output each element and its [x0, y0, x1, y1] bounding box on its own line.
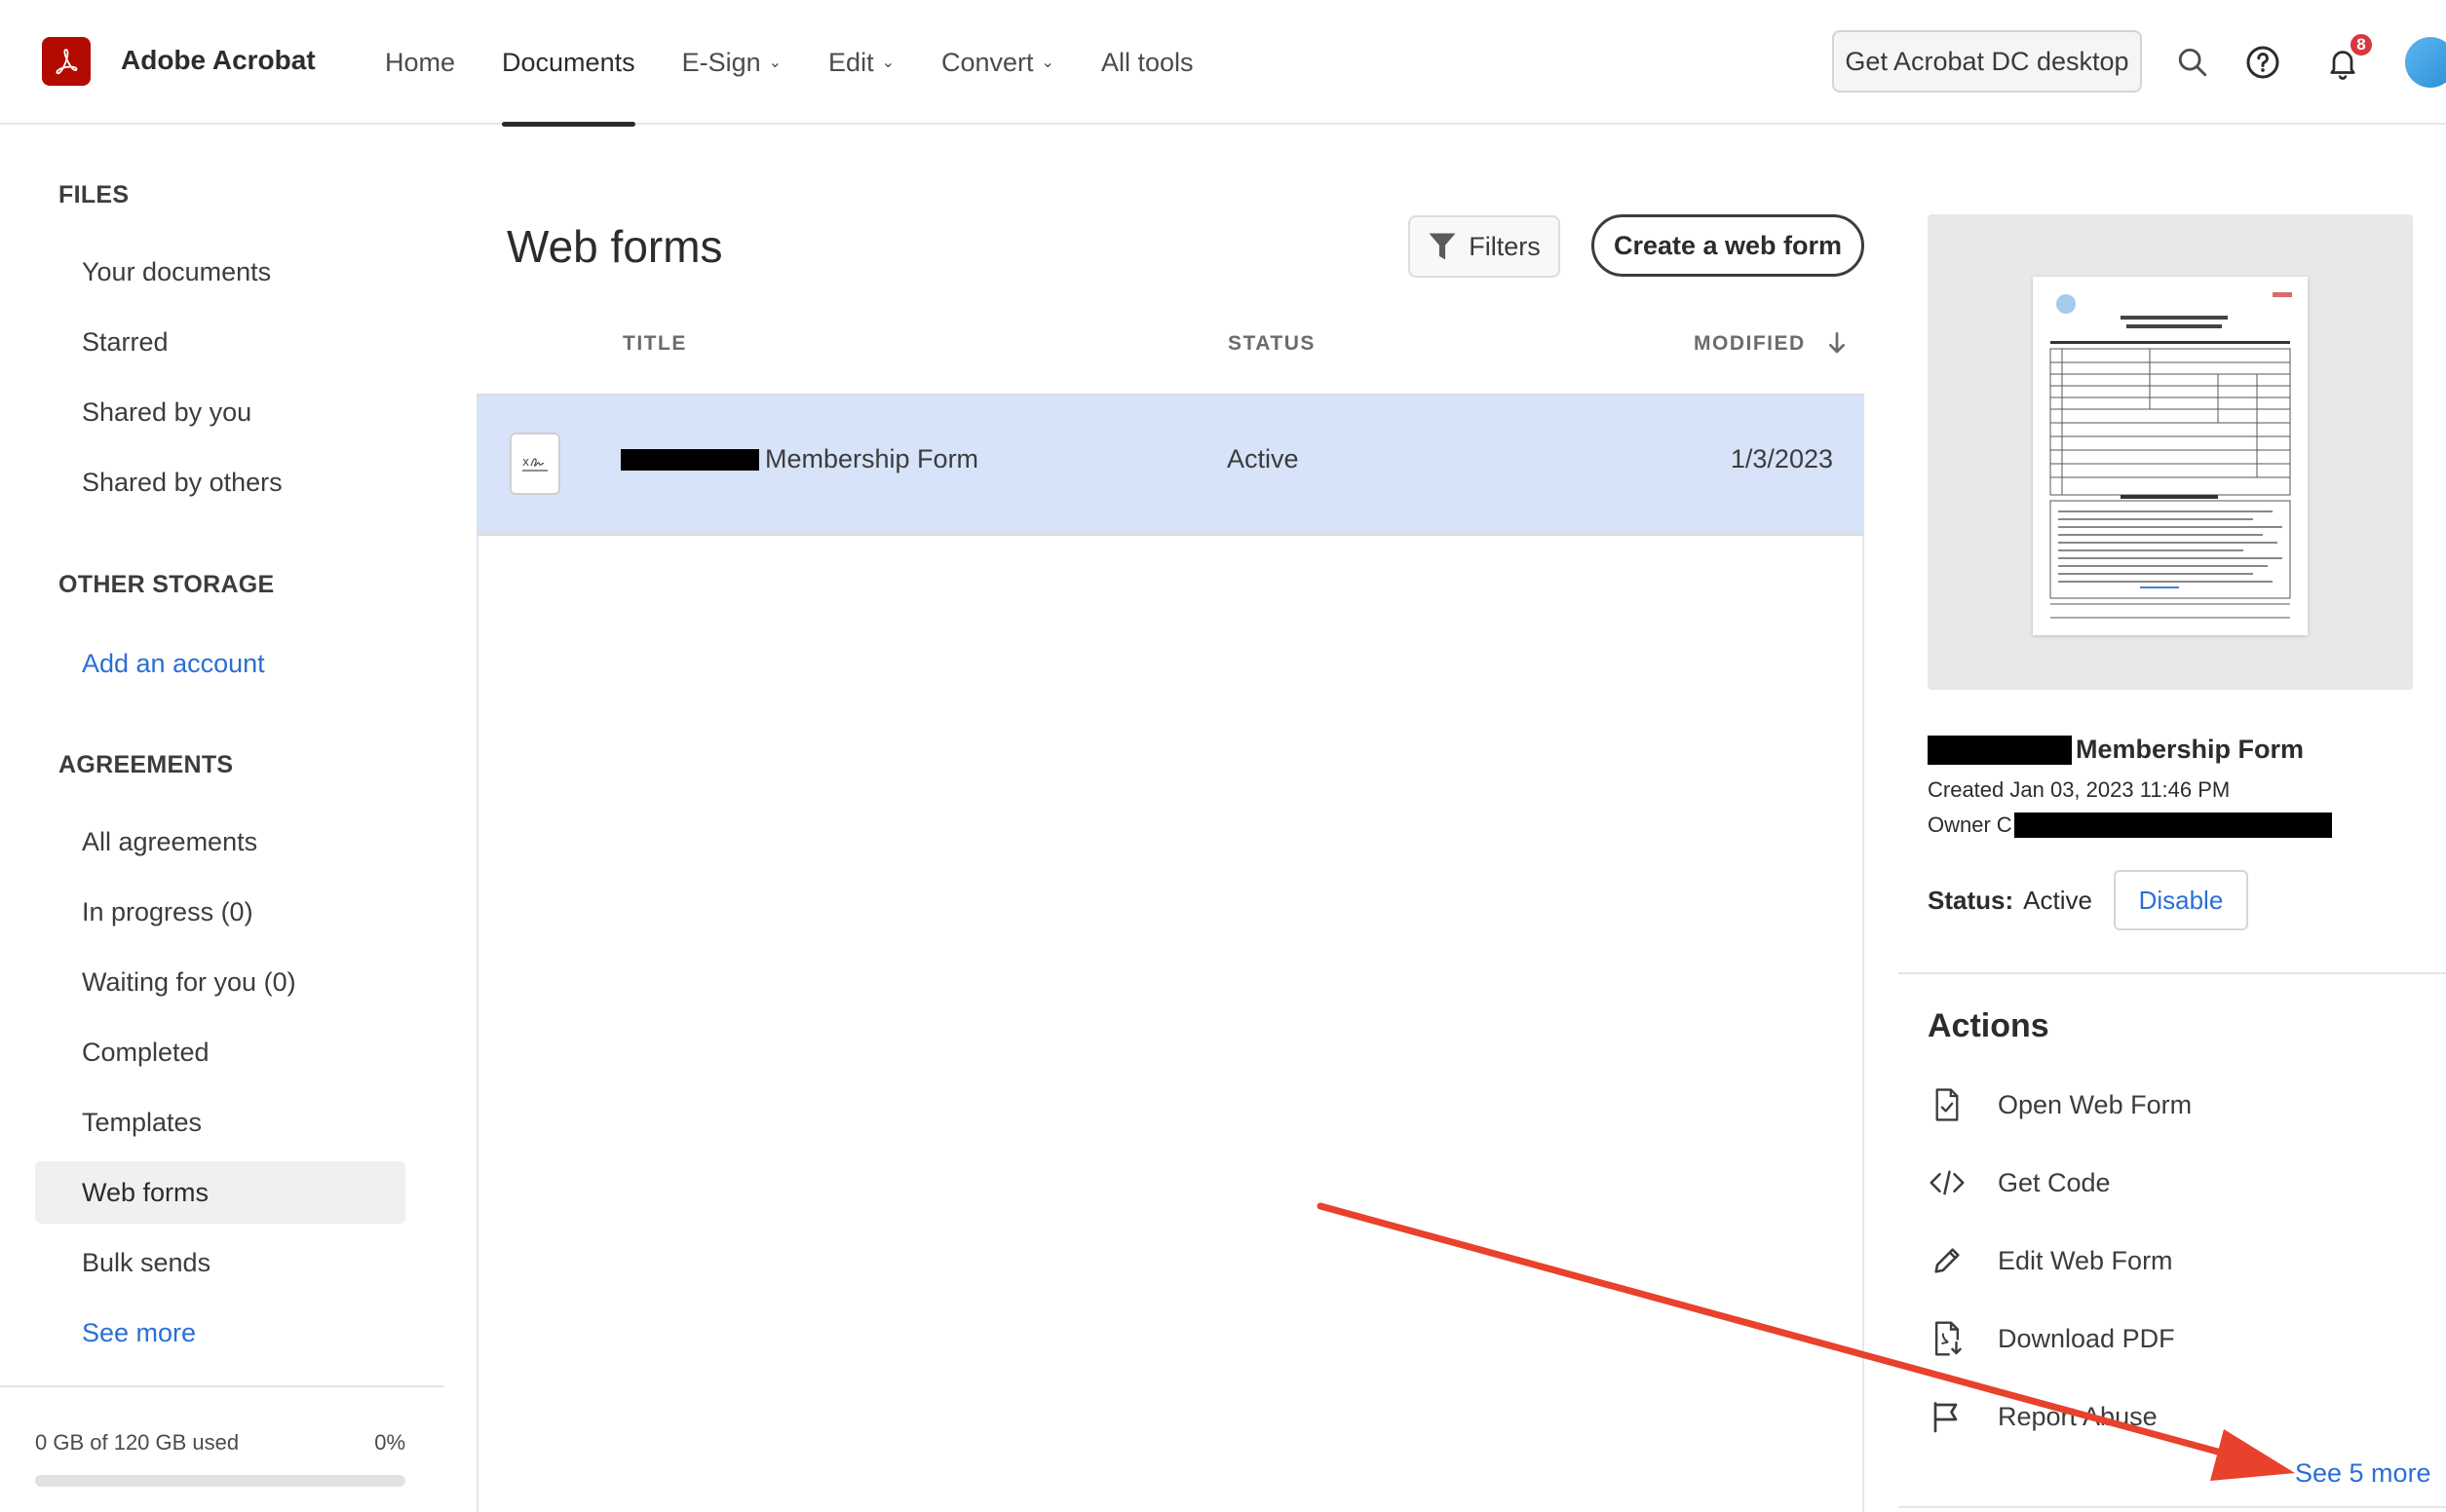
actions-title: Actions: [1928, 1007, 2049, 1044]
app-name: Adobe Acrobat: [121, 45, 316, 75]
filter-icon: [1429, 233, 1456, 260]
svg-text:x: x: [522, 455, 529, 469]
action-label: Report Abuse: [1998, 1401, 2158, 1431]
redacted-block: [1928, 735, 2072, 765]
action-report-abuse[interactable]: Report Abuse: [1928, 1387, 2158, 1446]
sidebar-item-in-progress[interactable]: In progress (0): [35, 881, 405, 943]
nav-edit[interactable]: Edit ⌄: [828, 0, 895, 125]
nav-esign[interactable]: E-Sign ⌄: [682, 0, 782, 125]
action-label: Download PDF: [1998, 1323, 2175, 1353]
action-label: Get Code: [1998, 1167, 2111, 1197]
other-storage-section-title: OTHER STORAGE: [58, 571, 275, 598]
create-web-form-button[interactable]: Create a web form: [1591, 214, 1864, 277]
action-download-pdf[interactable]: Download PDF: [1928, 1309, 2175, 1368]
web-form-document-icon: x: [510, 433, 560, 495]
chevron-down-icon: ⌄: [881, 55, 895, 71]
chevron-down-icon: ⌄: [768, 55, 783, 71]
annotation-arrow-head: [2210, 1429, 2295, 1481]
detail-title-text: Membership Form: [2076, 735, 2305, 764]
status-label: Status:: [1928, 885, 2014, 915]
storage-percent-label: 0%: [374, 1430, 405, 1455]
sidebar-item-shared-by-you[interactable]: Shared by you: [35, 381, 405, 443]
agreements-section-title: AGREEMENTS: [58, 751, 234, 778]
detail-created: Created Jan 03, 2023 11:46 PM: [1928, 777, 2231, 802]
filters-button[interactable]: Filters: [1408, 215, 1560, 278]
sidebar-see-more-link[interactable]: See more: [35, 1302, 405, 1364]
detail-title: Membership Form: [1928, 735, 2304, 765]
row-modified-date: 1/3/2023: [1730, 444, 1833, 473]
owner-label: Owner: [1928, 813, 1991, 837]
notification-badge: 8: [2349, 32, 2374, 57]
column-header-modified-label: MODIFIED: [1694, 332, 1806, 355]
redacted-block: [621, 448, 759, 471]
search-icon[interactable]: [2173, 43, 2212, 82]
sidebar-item-all-agreements[interactable]: All agreements: [35, 811, 405, 873]
disable-button[interactable]: Disable: [2113, 870, 2248, 930]
document-preview[interactable]: [1928, 214, 2413, 690]
action-open-web-form[interactable]: Open Web Form: [1928, 1076, 2192, 1134]
see-more-actions-link[interactable]: See 5 more: [2295, 1458, 2431, 1489]
nav-convert[interactable]: Convert ⌄: [941, 0, 1054, 125]
help-icon[interactable]: [2243, 43, 2282, 82]
code-icon: [1928, 1163, 1967, 1202]
nav-convert-label: Convert: [940, 47, 1034, 77]
sidebar-item-web-forms[interactable]: Web forms: [35, 1161, 405, 1224]
top-navigation-bar: Adobe Acrobat Home Documents E-Sign ⌄ Edi…: [0, 0, 2446, 127]
flag-icon: [1928, 1397, 1967, 1436]
page-title: Web forms: [507, 221, 723, 272]
sidebar: FILES Your documents Starred Shared by y…: [0, 127, 444, 1512]
acrobat-logo-icon[interactable]: [42, 37, 91, 86]
column-header-status[interactable]: STATUS: [1228, 332, 1316, 356]
nav-esign-label: E-Sign: [681, 47, 761, 77]
sidebar-item-templates[interactable]: Templates: [35, 1091, 405, 1153]
nav-documents[interactable]: Documents: [502, 0, 635, 127]
sidebar-item-bulk-sends[interactable]: Bulk sends: [35, 1231, 405, 1294]
sidebar-item-waiting-for-you[interactable]: Waiting for you (0): [35, 951, 405, 1013]
preview-page-thumbnail: [2033, 277, 2308, 635]
details-bottom-divider: [1898, 1506, 2446, 1508]
storage-usage-label: 0 GB of 120 GB used: [35, 1430, 240, 1455]
nav-documents-label: Documents: [502, 47, 635, 77]
row-status: Active: [1227, 444, 1299, 473]
arrow-down-icon: [1829, 332, 1846, 354]
sidebar-item-shared-by-others[interactable]: Shared by others: [35, 451, 405, 513]
action-get-code[interactable]: Get Code: [1928, 1153, 2111, 1212]
action-edit-web-form[interactable]: Edit Web Form: [1928, 1231, 2173, 1290]
nav-home-label: Home: [385, 47, 456, 77]
nav-all-tools-label: All tools: [1100, 47, 1194, 77]
sidebar-item-your-documents[interactable]: Your documents: [35, 241, 405, 303]
main-nav: Home Documents E-Sign ⌄ Edit ⌄ Convert ⌄ Al…: [385, 0, 1240, 127]
status-value: Active: [2023, 885, 2092, 915]
filters-label: Filters: [1469, 231, 1541, 261]
storage-progress-bar: [35, 1475, 405, 1487]
row-title[interactable]: Membership Form: [621, 444, 978, 474]
nav-home[interactable]: Home: [385, 0, 455, 125]
table-row[interactable]: x Membership Form Active 1/3/2023: [477, 394, 1864, 536]
pencil-icon: [1928, 1241, 1967, 1280]
action-label: Open Web Form: [1998, 1089, 2193, 1119]
nav-edit-label: Edit: [828, 47, 874, 77]
sidebar-item-completed[interactable]: Completed: [35, 1021, 405, 1083]
redacted-block: [2013, 813, 2332, 838]
sidebar-item-starred[interactable]: Starred: [35, 311, 405, 373]
column-header-modified[interactable]: MODIFIED: [1694, 332, 1848, 356]
avatar[interactable]: [2405, 37, 2446, 88]
row-title-text: Membership Form: [765, 444, 979, 473]
nav-all-tools[interactable]: All tools: [1101, 0, 1194, 125]
open-web-form-icon: [1928, 1085, 1967, 1124]
details-divider: [1898, 972, 2446, 974]
chevron-down-icon: ⌄: [1041, 55, 1054, 71]
action-label: Edit Web Form: [1998, 1245, 2173, 1275]
web-forms-table: [477, 394, 1864, 1512]
sidebar-divider: [0, 1385, 444, 1387]
get-desktop-button[interactable]: Get Acrobat DC desktop: [1832, 30, 2142, 93]
download-pdf-icon: [1928, 1319, 1967, 1358]
detail-status-row: Status: Active Disable: [1928, 869, 2248, 931]
files-section-title: FILES: [58, 181, 130, 208]
form-thumbnail-graphic: [2049, 292, 2292, 619]
detail-owner: Owner C: [1928, 813, 2332, 838]
column-header-title[interactable]: TITLE: [623, 332, 687, 356]
add-account-link[interactable]: Add an account: [35, 632, 405, 695]
